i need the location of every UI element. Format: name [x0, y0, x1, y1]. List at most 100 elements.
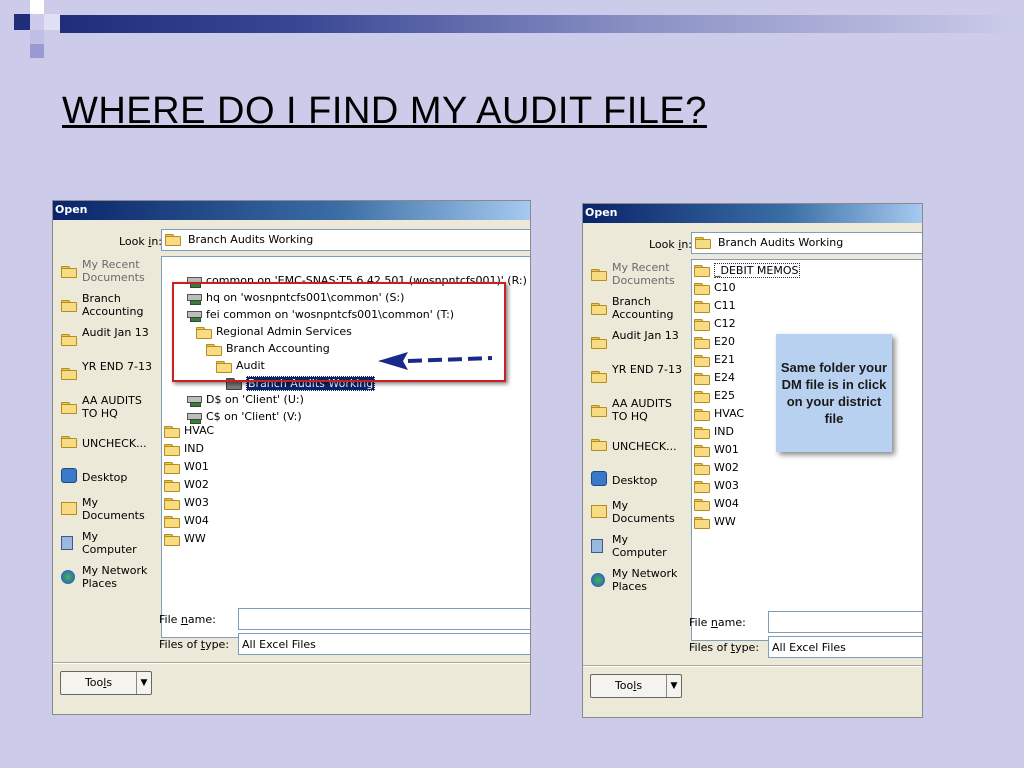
file-item-label: WW	[714, 515, 736, 528]
file-item-label: C11	[714, 299, 736, 312]
place-item[interactable]: YR END 7-13	[589, 363, 685, 395]
place-label: My Documents	[82, 496, 145, 522]
folder-icon	[694, 427, 710, 439]
folder-icon	[591, 437, 609, 453]
place-item[interactable]: AA AUDITS TO HQ	[59, 394, 155, 426]
folder-icon	[61, 400, 79, 416]
tools-button[interactable]: Tools ▼	[590, 674, 682, 698]
network-places-icon	[61, 570, 75, 584]
place-item[interactable]: Desktop	[59, 462, 155, 494]
place-label: Desktop	[612, 474, 658, 487]
dialog-title: Open	[585, 206, 618, 219]
file-name-label: File name:	[159, 613, 216, 626]
place-item[interactable]: My Computer	[59, 530, 155, 562]
file-item-label: W01	[714, 443, 739, 456]
place-label: My Computer	[82, 530, 137, 556]
place-item[interactable]: My Network Places	[59, 564, 155, 596]
my-documents-icon	[591, 505, 607, 518]
folder-icon	[164, 462, 180, 474]
file-item-label: C12	[714, 317, 736, 330]
files-of-type-label: Files of type:	[159, 638, 230, 651]
look-in-value: Branch Audits Working	[188, 233, 314, 246]
my-computer-icon	[591, 539, 603, 553]
file-item-label: W04	[714, 497, 739, 510]
corner-square	[30, 0, 44, 14]
place-label: My Network Places	[82, 564, 148, 590]
place-item[interactable]: My Network Places	[589, 567, 685, 599]
folder-icon	[164, 534, 180, 546]
tools-button[interactable]: Tools ▼	[60, 671, 152, 695]
folder-icon	[694, 301, 710, 313]
place-item[interactable]: UNCHECK...	[59, 428, 155, 460]
place-item[interactable]: YR END 7-13	[59, 360, 155, 392]
chevron-down-icon[interactable]: ▼	[136, 672, 151, 694]
folder-icon	[591, 267, 609, 283]
folder-icon	[694, 355, 710, 367]
look-in-label: Look in:	[649, 238, 693, 251]
title-band	[60, 15, 1024, 33]
tree-item-label: C$ on 'Client' (V:)	[206, 410, 302, 423]
folder-icon	[61, 434, 79, 450]
place-item[interactable]: AA AUDITS TO HQ	[589, 397, 685, 429]
look-in-dropdown[interactable]: Branch Audits Working	[691, 232, 922, 254]
folder-icon	[61, 264, 79, 280]
corner-square	[30, 30, 44, 44]
file-item-label: E20	[714, 335, 735, 348]
file-item-label: W03	[184, 496, 209, 509]
place-label: My Recent Documents	[612, 261, 675, 287]
tree-item-label: D$ on 'Client' (U:)	[206, 393, 304, 406]
chevron-down-icon[interactable]: ▼	[666, 675, 681, 697]
dialog-titlebar: Open	[583, 204, 922, 223]
place-item[interactable]: My Documents	[589, 499, 685, 531]
files-of-type-dropdown[interactable]: All Excel Files	[238, 633, 530, 655]
place-item[interactable]: Branch Accounting	[589, 295, 685, 327]
look-in-dropdown[interactable]: Branch Audits Working	[161, 229, 530, 251]
place-item[interactable]: My Recent Documents	[589, 261, 685, 293]
place-label: Branch Accounting	[612, 295, 674, 321]
folder-icon	[591, 335, 609, 351]
place-item[interactable]: Branch Accounting	[59, 292, 155, 324]
place-item[interactable]: UNCHECK...	[589, 431, 685, 463]
folder-icon	[694, 409, 710, 421]
folder-icon	[694, 463, 710, 475]
file-item-label: WW	[184, 532, 206, 545]
corner-square	[14, 14, 30, 30]
open-dialog-right: Open Look in: Branch Audits Working My R…	[582, 203, 923, 718]
dialog-title: Open	[55, 203, 88, 216]
place-label: YR END 7-13	[82, 360, 152, 373]
place-item[interactable]: Audit Jan 13	[589, 329, 685, 361]
folder-icon	[694, 337, 710, 349]
place-item[interactable]: Desktop	[589, 465, 685, 497]
file-name-input[interactable]	[238, 608, 530, 630]
files-of-type-dropdown[interactable]: All Excel Files	[768, 636, 922, 658]
folder-icon	[694, 373, 710, 385]
look-in-value: Branch Audits Working	[718, 236, 844, 249]
pointer-arrow-icon	[378, 352, 493, 370]
divider	[583, 665, 922, 667]
tools-label: Tools	[84, 676, 113, 689]
files-of-type-label: Files of type:	[689, 641, 760, 654]
folder-icon	[694, 445, 710, 457]
open-dialog-left: Open Look in: Branch Audits Working My R…	[52, 200, 531, 715]
file-item-label: E24	[714, 371, 735, 384]
place-label: My Documents	[612, 499, 675, 525]
file-name-label: File name:	[689, 616, 746, 629]
folder-icon	[694, 481, 710, 493]
place-item[interactable]: Audit Jan 13	[59, 326, 155, 358]
place-label: My Recent Documents	[82, 258, 145, 284]
place-item[interactable]: My Computer	[589, 533, 685, 565]
tools-label: Tools	[614, 679, 643, 692]
file-item-label: HVAC	[184, 424, 215, 437]
place-label: My Computer	[612, 533, 667, 559]
place-item[interactable]: My Recent Documents	[59, 258, 155, 290]
files-of-type-value: All Excel Files	[772, 641, 846, 654]
folder-icon	[61, 332, 79, 348]
place-label: My Network Places	[612, 567, 678, 593]
network-drive-icon	[186, 395, 202, 407]
desktop-icon	[61, 468, 77, 483]
places-bar: My Recent Documents Branch Accounting Audi…	[589, 261, 685, 681]
file-name-input[interactable]	[768, 611, 922, 633]
file-item-label: IND	[184, 442, 204, 455]
file-item-label: W02	[714, 461, 739, 474]
place-item[interactable]: My Documents	[59, 496, 155, 528]
